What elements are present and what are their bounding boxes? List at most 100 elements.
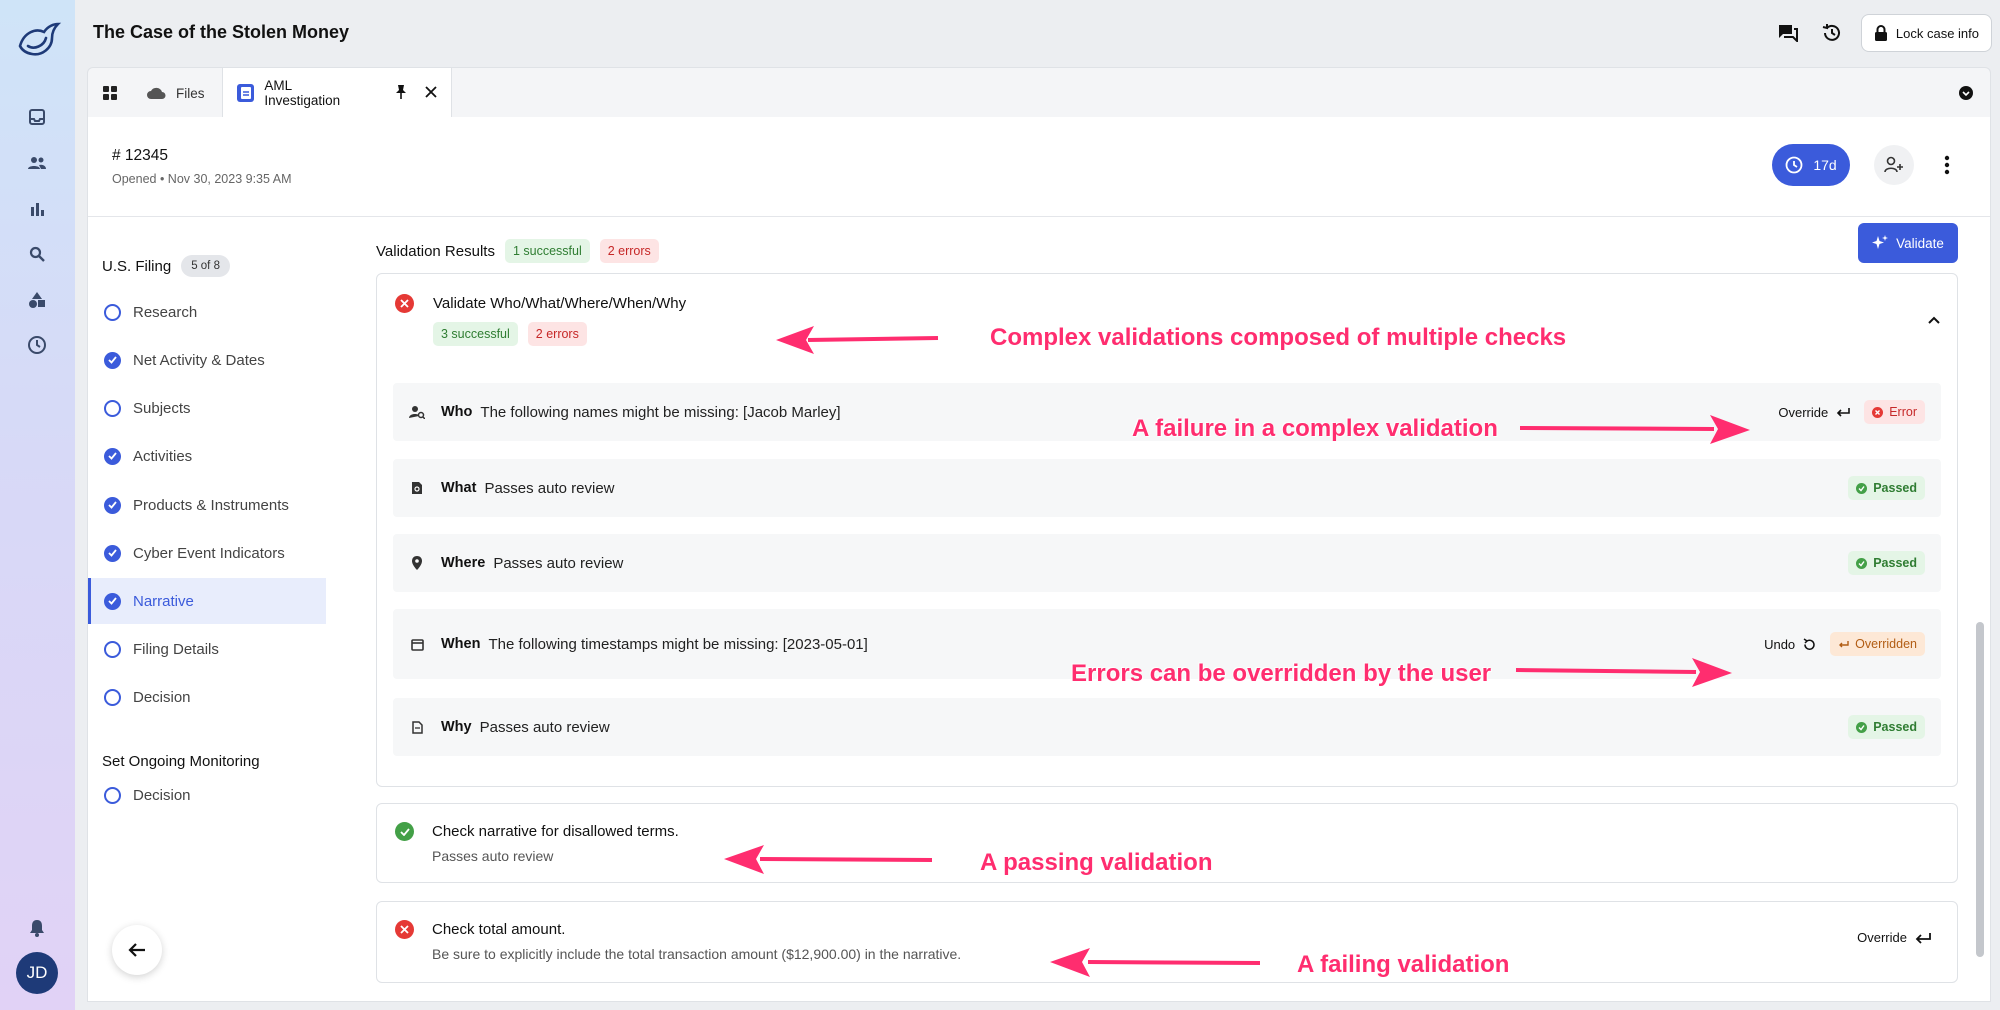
- check-row-where: Where Passes auto review Passed: [393, 534, 1941, 592]
- document-icon: [237, 84, 255, 102]
- tab-files[interactable]: Files: [132, 68, 222, 118]
- lock-case-button[interactable]: Lock case info: [1860, 14, 1992, 52]
- nav-item-cyber-events[interactable]: Cyber Event Indicators: [88, 530, 326, 576]
- annotation-arrow-2: [1519, 415, 1750, 444]
- case-age-value: 17d: [1813, 157, 1837, 173]
- more-options-icon[interactable]: [1932, 145, 1962, 185]
- case-age-timer[interactable]: 17d: [1772, 144, 1850, 186]
- check-message: Passes auto review: [493, 554, 624, 572]
- undo-label: Undo: [1764, 636, 1796, 652]
- nav-item-label: Decision: [133, 688, 191, 706]
- nav-item-narrative[interactable]: Narrative: [88, 578, 326, 624]
- arrow-left-icon: [128, 943, 145, 957]
- back-button[interactable]: [112, 925, 162, 975]
- validate-button[interactable]: Validate: [1858, 223, 1958, 263]
- tabs-menu-chevron-icon[interactable]: [1958, 85, 1974, 106]
- search-icon[interactable]: [19, 236, 55, 272]
- shapes-icon[interactable]: [19, 282, 55, 318]
- comments-icon[interactable]: [1773, 18, 1803, 48]
- complex-validation-title: Validate Who/What/Where/When/Why: [433, 295, 687, 312]
- nav-item-net-activity[interactable]: Net Activity & Dates: [88, 337, 326, 383]
- document-search-icon: [407, 481, 427, 495]
- location-pin-icon: [407, 556, 427, 570]
- tab-grid[interactable]: [88, 68, 132, 118]
- nav-item-label: Decision: [133, 786, 191, 804]
- nav-item-research[interactable]: Research: [88, 289, 326, 335]
- nav-item-subjects[interactable]: Subjects: [88, 385, 326, 431]
- add-user-icon: [1884, 156, 1903, 173]
- top-actions: Lock case info: [1773, 14, 1992, 52]
- check-dot-icon: [1856, 482, 1868, 494]
- pin-icon[interactable]: [395, 84, 407, 102]
- complex-validation-badges: 3 successful 2 errors: [433, 322, 587, 346]
- inbox-icon[interactable]: [19, 99, 55, 135]
- undo-icon: [1803, 637, 1815, 650]
- nav-group-us-filing: U.S. Filing 5 of 8: [102, 255, 230, 277]
- bell-icon[interactable]: [19, 910, 55, 946]
- nav-item-activities[interactable]: Activities: [88, 433, 326, 479]
- nav-group-monitoring: Set Ongoing Monitoring: [102, 753, 260, 770]
- undo-button[interactable]: Undo: [1764, 637, 1816, 652]
- dashboard-icon[interactable]: [19, 327, 55, 363]
- override-button[interactable]: Override: [1778, 405, 1851, 420]
- terms-validation-subtitle: Passes auto review: [432, 848, 554, 864]
- history-icon[interactable]: [1817, 18, 1847, 48]
- user-avatar[interactable]: JD: [16, 952, 58, 994]
- left-rail: JD: [0, 0, 75, 1010]
- nav-item-filing-details[interactable]: Filing Details: [88, 626, 326, 672]
- bird-logo-icon[interactable]: [14, 16, 62, 64]
- top-bar: The Case of the Stolen Money Lock case i…: [75, 0, 2000, 66]
- annotation-failing-validation: A failing validation: [1297, 951, 1510, 978]
- nav-item-monitoring-decision[interactable]: Decision: [88, 772, 326, 818]
- successful-count-badge: 3 successful: [433, 322, 518, 346]
- status-badge-passed: Passed: [1848, 551, 1925, 575]
- lock-case-label: Lock case info: [1895, 25, 1979, 41]
- annotation-complex-validations: Complex validations composed of multiple…: [990, 324, 1567, 351]
- assign-user-button[interactable]: [1874, 145, 1914, 185]
- tab-aml-investigation[interactable]: AML Investigation: [222, 68, 452, 118]
- incomplete-circle-icon: [104, 640, 121, 658]
- cloud-icon: [147, 87, 166, 99]
- vertical-scrollbar[interactable]: [1976, 622, 1984, 957]
- case-opened-date: Opened • Nov 30, 2023 9:35 AM: [112, 172, 292, 186]
- return-arrow-icon: [1915, 932, 1931, 944]
- check-key: Who: [441, 404, 473, 420]
- override-button[interactable]: Override: [1857, 930, 1931, 945]
- grid-icon: [103, 86, 117, 100]
- error-dot-icon: [1872, 406, 1884, 418]
- people-icon[interactable]: [19, 145, 55, 181]
- status-badge-error: Error: [1864, 400, 1925, 424]
- check-actions: Override Error: [1778, 400, 1925, 424]
- progress-badge: 5 of 8: [181, 255, 230, 277]
- status-badge-passed: Passed: [1848, 715, 1925, 739]
- incomplete-circle-icon: [104, 399, 121, 417]
- collapse-chevron-icon[interactable]: [1927, 312, 1941, 330]
- nav-item-label: Research: [133, 303, 198, 321]
- case-title: The Case of the Stolen Money: [93, 22, 350, 42]
- validate-label: Validate: [1896, 235, 1944, 251]
- annotation-errors-overridden: Errors can be overridden by the user: [1071, 660, 1492, 687]
- check-key: What: [441, 480, 477, 496]
- status-label: Passed: [1873, 720, 1917, 734]
- check-circle-icon: [104, 544, 121, 562]
- error-count-badge: 2 errors: [527, 322, 587, 346]
- nav-item-label: Filing Details: [133, 640, 219, 658]
- tab-aml-label: AML Investigation: [264, 78, 341, 108]
- error-circle-icon: [395, 920, 414, 939]
- error-circle-icon: [395, 294, 414, 313]
- incomplete-circle-icon: [104, 786, 121, 804]
- terms-validation-title: Check narrative for disallowed terms.: [432, 823, 679, 840]
- close-tab-icon[interactable]: [425, 85, 437, 101]
- success-circle-icon: [395, 822, 414, 841]
- annotation-arrow-5: [1050, 948, 1261, 977]
- check-message: The following timestamps might be missin…: [488, 635, 868, 653]
- status-badge-overridden: Overridden: [1830, 632, 1925, 656]
- status-label: Error: [1889, 405, 1917, 419]
- incomplete-circle-icon: [104, 688, 121, 706]
- nav-item-products[interactable]: Products & Instruments: [88, 482, 326, 528]
- bar-chart-icon[interactable]: [19, 191, 55, 227]
- nav-item-decision[interactable]: Decision: [88, 674, 326, 720]
- check-circle-icon: [104, 496, 121, 514]
- error-count-badge: 2 errors: [599, 239, 659, 263]
- return-arrow-icon: [1839, 640, 1849, 647]
